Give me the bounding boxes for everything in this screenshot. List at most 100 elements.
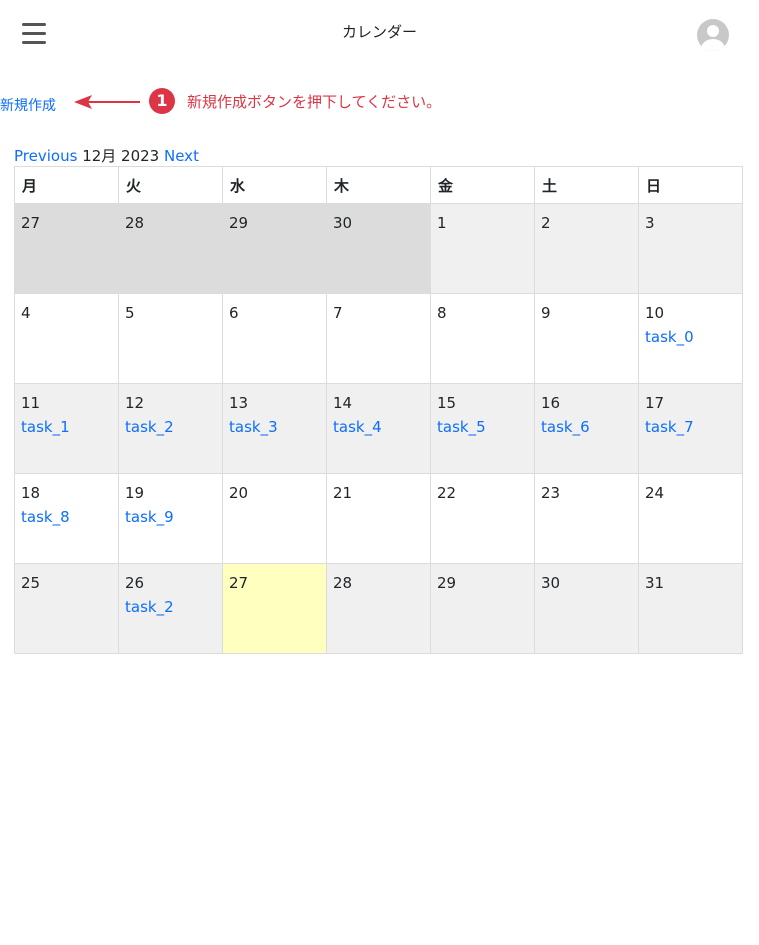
calendar-day-cell[interactable]: 28: [326, 563, 431, 654]
day-number: 30: [333, 214, 353, 232]
day-number: 9: [541, 304, 551, 322]
calendar-day-cell[interactable]: 19 task_9: [118, 473, 223, 564]
day-number: 2: [541, 214, 551, 232]
current-month: 12月 2023: [82, 147, 160, 165]
day-number: 30: [541, 574, 561, 592]
day-number: 5: [125, 304, 135, 322]
task-link[interactable]: task_7: [645, 418, 736, 436]
calendar-day-cell[interactable]: 2: [534, 203, 639, 294]
day-number: 13: [229, 394, 249, 412]
day-number: 29: [229, 214, 249, 232]
calendar-day-cell[interactable]: 27: [14, 203, 119, 294]
calendar-day-cell[interactable]: 5: [118, 293, 223, 384]
top-bar: カレンダー: [0, 0, 759, 66]
calendar-day-cell[interactable]: 26 task_2: [118, 563, 223, 654]
calendar-day-cell[interactable]: 23: [534, 473, 639, 564]
day-number: 24: [645, 484, 665, 502]
calendar-day-cell[interactable]: 29: [430, 563, 535, 654]
task-link[interactable]: task_8: [21, 508, 112, 526]
calendar-day-cell[interactable]: 11 task_1: [14, 383, 119, 474]
next-link[interactable]: Next: [164, 147, 199, 165]
calendar-day-cell[interactable]: 17 task_7: [638, 383, 743, 474]
weekday-header: 火: [118, 166, 223, 204]
day-number: 23: [541, 484, 561, 502]
user-avatar-icon[interactable]: [697, 19, 729, 51]
calendar-week-row: 4 5 6 7 8 9 10 task_0: [14, 293, 743, 384]
calendar-day-cell[interactable]: 31: [638, 563, 743, 654]
calendar-week-row: 25 26 task_2 27 28 29 30 31: [14, 563, 743, 654]
new-create-link[interactable]: 新規作成: [0, 95, 56, 115]
calendar-day-cell[interactable]: 14 task_4: [326, 383, 431, 474]
task-link[interactable]: task_2: [125, 418, 216, 436]
day-number: 26: [125, 574, 145, 592]
calendar-day-cell[interactable]: 22: [430, 473, 535, 564]
calendar-day-cell[interactable]: 27: [222, 563, 327, 654]
day-number: 1: [437, 214, 447, 232]
calendar-day-cell[interactable]: 12 task_2: [118, 383, 223, 474]
day-number: 21: [333, 484, 353, 502]
calendar-day-cell[interactable]: 3: [638, 203, 743, 294]
calendar-day-cell[interactable]: 8: [430, 293, 535, 384]
weekday-header: 木: [326, 166, 431, 204]
task-link[interactable]: task_4: [333, 418, 424, 436]
instruction-text: 新規作成ボタンを押下してください。: [187, 93, 442, 111]
day-number: 28: [333, 574, 353, 592]
calendar-day-cell[interactable]: 21: [326, 473, 431, 564]
calendar-day-cell[interactable]: 24: [638, 473, 743, 564]
calendar-day-cell[interactable]: 20: [222, 473, 327, 564]
calendar-day-cell[interactable]: 13 task_3: [222, 383, 327, 474]
day-number: 3: [645, 214, 655, 232]
day-number: 10: [645, 304, 665, 322]
day-number: 18: [21, 484, 41, 502]
calendar-day-cell[interactable]: 9: [534, 293, 639, 384]
day-number: 16: [541, 394, 561, 412]
weekday-header: 水: [222, 166, 327, 204]
calendar-day-cell[interactable]: 15 task_5: [430, 383, 535, 474]
day-number: 27: [21, 214, 41, 232]
calendar-day-cell[interactable]: 25: [14, 563, 119, 654]
calendar-table: 月 火 水 木 金 土 日 27 28 29 30 1 2 3 4 5 6 7 8 9 10 task_0 1…: [14, 166, 743, 654]
task-link[interactable]: task_0: [645, 328, 736, 346]
calendar-day-cell[interactable]: 18 task_8: [14, 473, 119, 564]
calendar-day-cell[interactable]: 10 task_0: [638, 293, 743, 384]
calendar-day-cell[interactable]: 1: [430, 203, 535, 294]
day-number: 12: [125, 394, 145, 412]
calendar-week-row: 18 task_8 19 task_9 20 21 22 23 24: [14, 473, 743, 564]
day-number: 22: [437, 484, 457, 502]
day-number: 19: [125, 484, 145, 502]
page-title: カレンダー: [341, 23, 417, 41]
day-number: 28: [125, 214, 145, 232]
day-number: 17: [645, 394, 665, 412]
task-link[interactable]: task_1: [21, 418, 112, 436]
calendar-nav: Previous 12月 2023 Next: [14, 145, 199, 166]
task-link[interactable]: task_5: [437, 418, 528, 436]
day-number: 6: [229, 304, 239, 322]
day-number: 8: [437, 304, 447, 322]
weekday-header: 日: [638, 166, 743, 204]
calendar-day-cell[interactable]: 30: [326, 203, 431, 294]
calendar-day-cell[interactable]: 29: [222, 203, 327, 294]
day-number: 29: [437, 574, 457, 592]
task-link[interactable]: task_3: [229, 418, 320, 436]
day-number: 25: [21, 574, 41, 592]
weekday-header: 月: [14, 166, 119, 204]
arrow-left-icon: [74, 95, 140, 109]
task-link[interactable]: task_2: [125, 598, 216, 616]
day-number: 15: [437, 394, 457, 412]
calendar-day-cell[interactable]: 4: [14, 293, 119, 384]
calendar-day-cell[interactable]: 7: [326, 293, 431, 384]
step-badge: 1: [149, 88, 175, 114]
calendar-day-cell[interactable]: 16 task_6: [534, 383, 639, 474]
day-number: 27: [229, 574, 249, 592]
task-link[interactable]: task_6: [541, 418, 632, 436]
weekday-header: 土: [534, 166, 639, 204]
calendar-day-cell[interactable]: 30: [534, 563, 639, 654]
day-number: 11: [21, 394, 41, 412]
previous-link[interactable]: Previous: [14, 147, 77, 165]
task-link[interactable]: task_9: [125, 508, 216, 526]
day-number: 4: [21, 304, 31, 322]
day-number: 7: [333, 304, 343, 322]
calendar-day-cell[interactable]: 28: [118, 203, 223, 294]
day-number: 14: [333, 394, 353, 412]
calendar-day-cell[interactable]: 6: [222, 293, 327, 384]
